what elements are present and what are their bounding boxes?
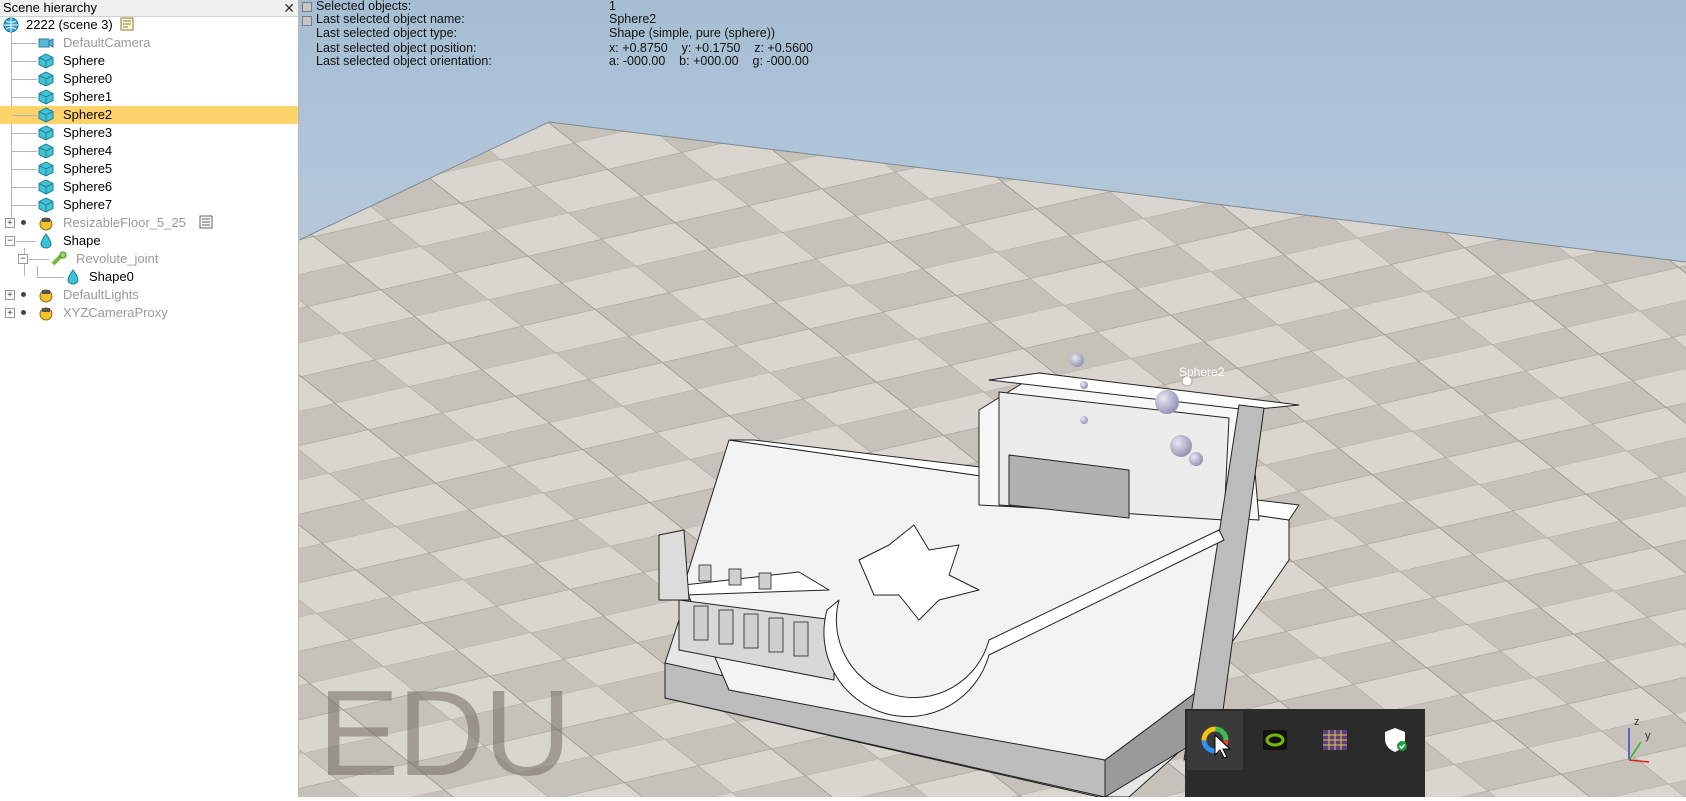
- tree-row-defaultcamera[interactable]: DefaultCamera: [0, 34, 298, 52]
- mouse-cursor-icon: [1214, 734, 1232, 759]
- color-grid-icon[interactable]: [1320, 725, 1350, 755]
- tree-label: Sphere6: [63, 179, 113, 194]
- tree-row-sphere6[interactable]: Sphere6: [0, 178, 298, 196]
- tree-row-root[interactable]: 2222 (scene 3): [0, 16, 298, 34]
- expand-toggle[interactable]: +: [5, 290, 15, 300]
- tree-label: Sphere3: [63, 125, 113, 140]
- tree-row-sphere2-selected[interactable]: Sphere2: [0, 106, 298, 124]
- close-icon[interactable]: ✕: [283, 0, 295, 16]
- camera-icon: [38, 38, 54, 48]
- nvidia-icon[interactable]: [1260, 725, 1290, 755]
- collapse-toggle[interactable]: −: [18, 254, 28, 264]
- model-dot-icon: [21, 310, 26, 315]
- script-icon[interactable]: [199, 215, 213, 229]
- joint-icon: [51, 251, 67, 266]
- model-dot-icon: [21, 292, 26, 297]
- windows-security-icon[interactable]: [1380, 725, 1410, 755]
- expand-toggle[interactable]: +: [5, 218, 15, 228]
- shape-cube-icon: [38, 53, 54, 69]
- system-tray-overflow: [1185, 709, 1425, 797]
- tree-label: Sphere: [63, 53, 105, 68]
- shape-cube-icon: [38, 143, 54, 159]
- selection-info-overlay: Selected objects: Last selected object n…: [299, 0, 899, 72]
- shape-cube-icon: [38, 71, 54, 87]
- tree-label: Sphere4: [63, 143, 113, 158]
- collapse-toggle[interactable]: −: [5, 236, 15, 246]
- tree-label-root: 2222 (scene 3): [26, 17, 113, 32]
- model-icon: [39, 307, 53, 321]
- panel-title: Scene hierarchy: [3, 0, 97, 15]
- tree-row-shape[interactable]: − Shape: [0, 232, 298, 250]
- tree-label: Sphere5: [63, 161, 113, 176]
- tree-row-revolute-joint[interactable]: − Revolute_joint: [0, 250, 298, 268]
- shape-cube-icon: [38, 107, 54, 123]
- tree-label: Sphere2: [63, 107, 113, 122]
- tree-row-sphere[interactable]: Sphere: [0, 52, 298, 70]
- tree-label: Shape: [63, 233, 101, 248]
- info-value: Shape (simple, pure (sphere)): [609, 26, 776, 40]
- tree-label: Sphere7: [63, 197, 113, 212]
- info-label: Last selected object type:: [316, 26, 458, 40]
- model-icon: [39, 217, 53, 231]
- script-icon[interactable]: [120, 17, 134, 31]
- axis-z-label: z: [1634, 716, 1640, 728]
- info-label: Last selected object name:: [316, 12, 465, 26]
- shape-cube-icon: [38, 161, 54, 177]
- tree-row-sphere4[interactable]: Sphere4: [0, 142, 298, 160]
- edu-watermark: EDU: [318, 665, 572, 801]
- model-dot-icon: [21, 220, 26, 225]
- tree-row-defaultlights[interactable]: + DefaultLights: [0, 286, 298, 304]
- info-value: a: -000.00 b: +000.00 g: -000.00: [609, 54, 809, 68]
- tree-label: Shape0: [89, 269, 134, 284]
- shape-cube-icon: [38, 197, 54, 213]
- tree-label: XYZCameraProxy: [63, 305, 168, 320]
- tree-row-sphere3[interactable]: Sphere3: [0, 124, 298, 142]
- sphere2-viewport-label: Sphere2: [1179, 365, 1225, 379]
- scene-hierarchy-titlebar: Scene hierarchy ✕: [0, 0, 298, 17]
- tree-row-sphere0[interactable]: Sphere0: [0, 70, 298, 88]
- info-label: Last selected object orientation:: [316, 54, 492, 68]
- pure-shape-icon: [67, 269, 79, 285]
- axis-y-label: y: [1645, 730, 1651, 742]
- scene-hierarchy-panel: Scene hierarchy ✕ 2222 (scene 3) Default…: [0, 0, 299, 797]
- tree-row-sphere5[interactable]: Sphere5: [0, 160, 298, 178]
- shape-cube-icon: [38, 125, 54, 141]
- tree-label: ResizableFloor_5_25: [63, 215, 186, 230]
- tree-label: DefaultCamera: [63, 35, 151, 50]
- tree-row-xyzcameraproxy[interactable]: + XYZCameraProxy: [0, 304, 298, 322]
- expand-toggle[interactable]: +: [5, 308, 15, 318]
- tree-label: Sphere0: [63, 71, 113, 86]
- info-toggle-button[interactable]: [302, 2, 312, 12]
- tree-row-shape0[interactable]: Shape0: [0, 268, 298, 286]
- tree-row-sphere1[interactable]: Sphere1: [0, 88, 298, 106]
- tree-label: DefaultLights: [63, 287, 139, 302]
- model-icon: [39, 289, 53, 303]
- pure-shape-icon: [40, 233, 52, 249]
- tree-label: Revolute_joint: [76, 251, 159, 266]
- shape-cube-icon: [38, 89, 54, 105]
- tree-label: Sphere1: [63, 89, 113, 104]
- scene-globe-icon: [3, 17, 19, 33]
- info-toggle-button[interactable]: [302, 16, 312, 26]
- tree-row-resizablefloor[interactable]: + ResizableFloor_5_25: [0, 214, 298, 232]
- shape-cube-icon: [38, 179, 54, 195]
- info-value: Sphere2: [609, 12, 657, 26]
- tree-row-sphere7[interactable]: Sphere7: [0, 196, 298, 214]
